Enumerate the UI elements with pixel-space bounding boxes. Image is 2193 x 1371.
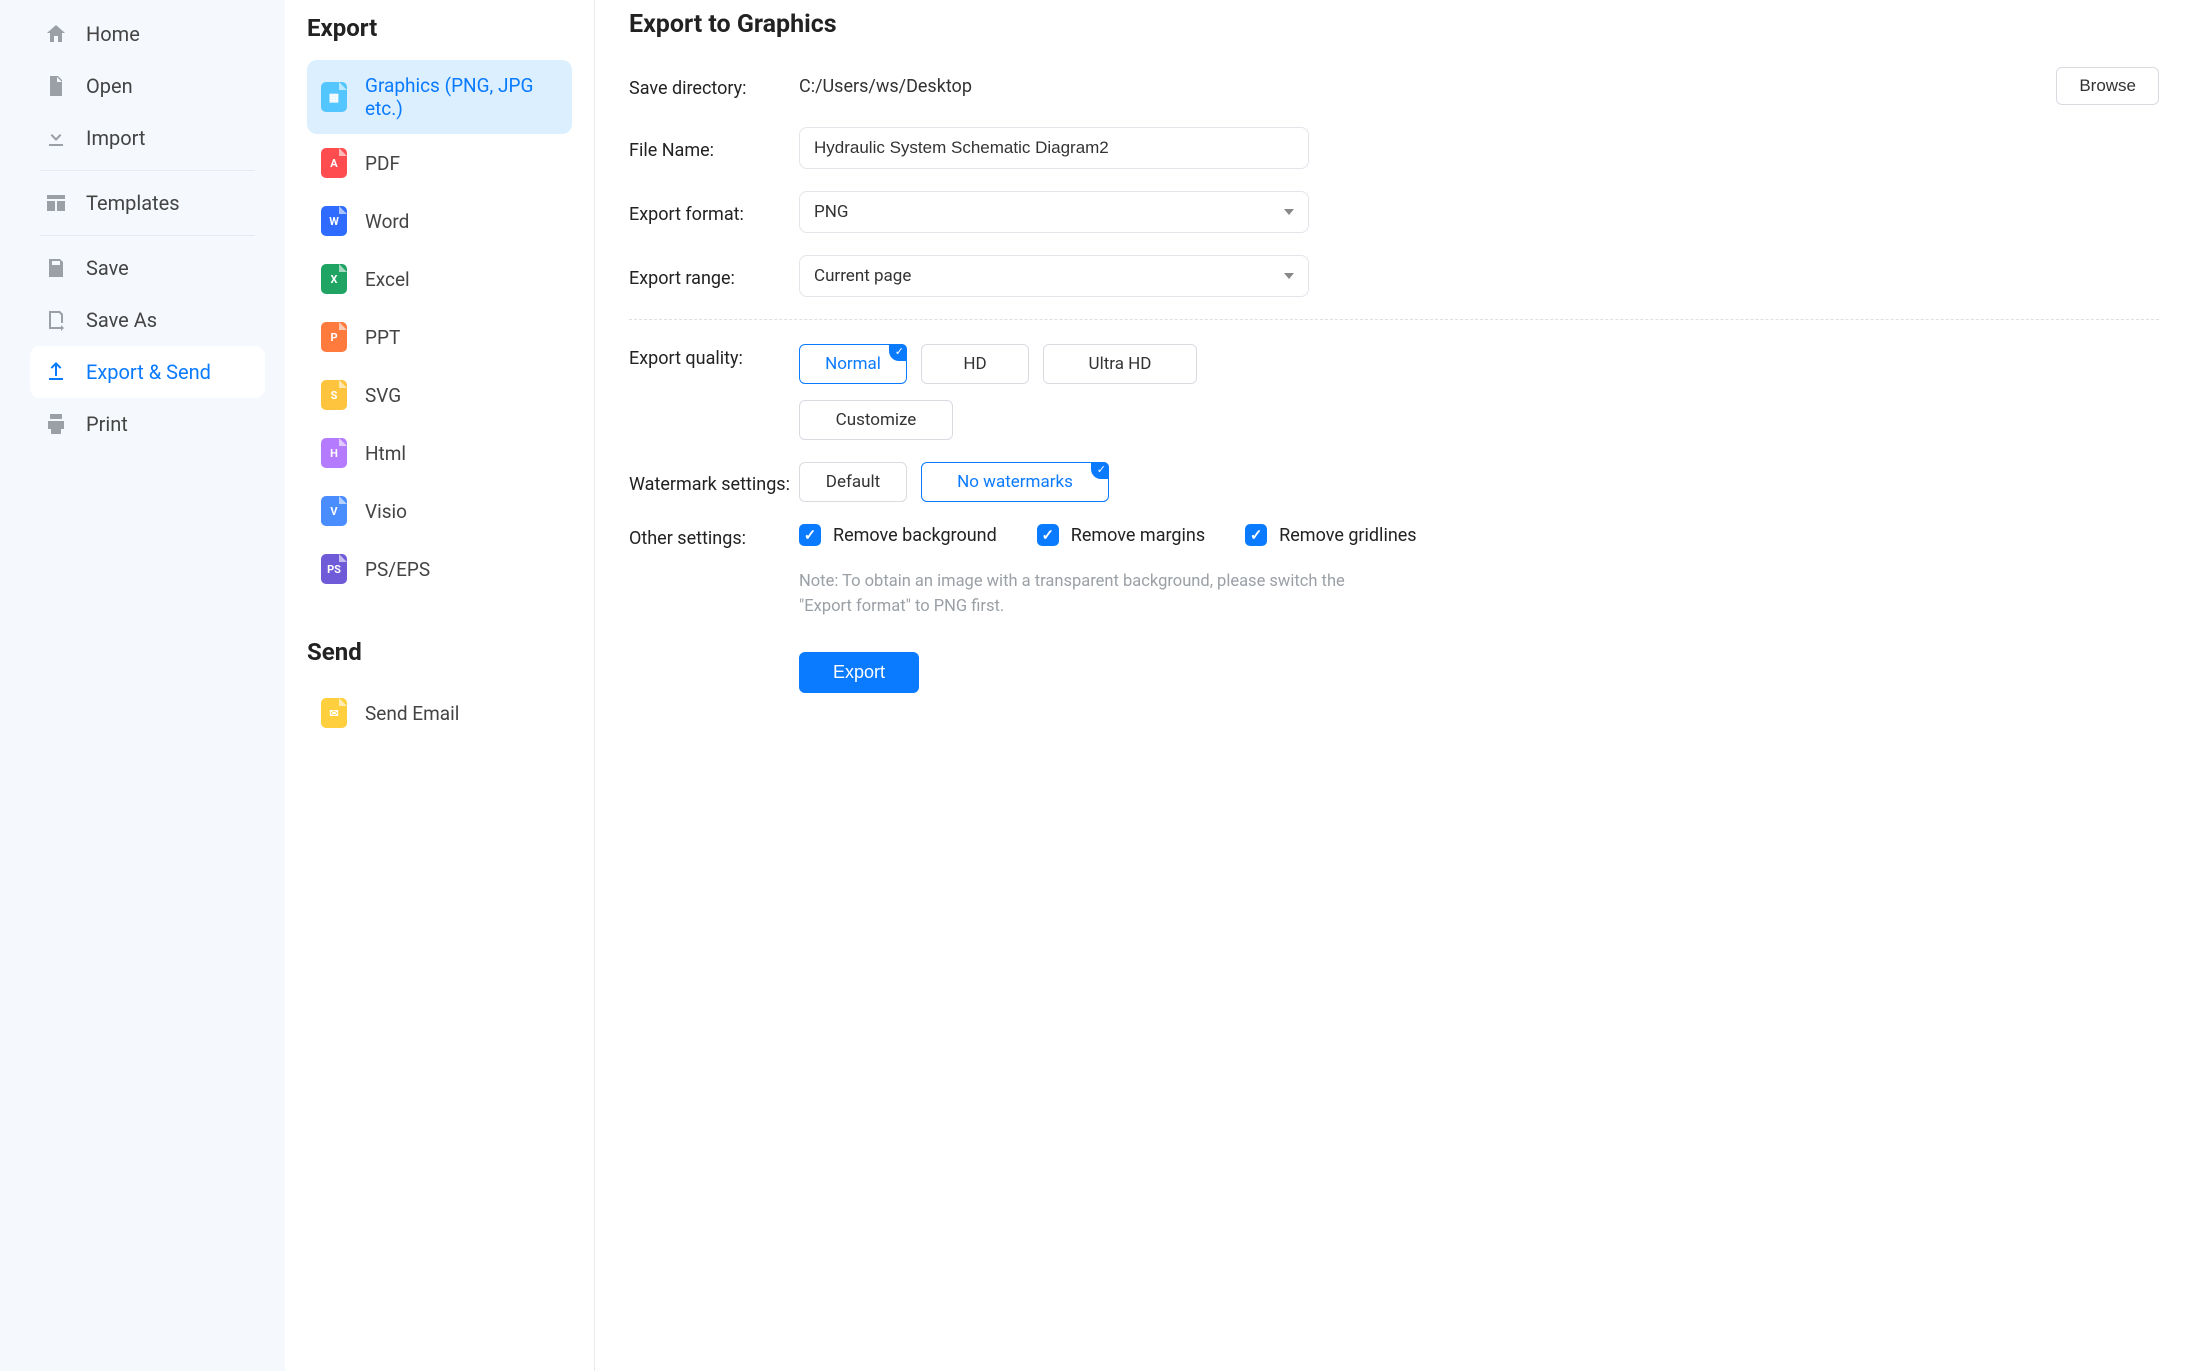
export-item-label: PS/EPS — [365, 558, 430, 581]
export-button[interactable]: Export — [799, 652, 919, 693]
watermark-default[interactable]: Default — [799, 462, 907, 502]
section-divider — [629, 319, 2159, 320]
quality-hd[interactable]: HD — [921, 344, 1029, 384]
sidebar-label: Print — [86, 412, 128, 436]
sidebar-label: Import — [86, 126, 145, 150]
html-file-icon: H — [321, 438, 347, 468]
svg-file-icon: S — [321, 380, 347, 410]
checkbox-label: Remove background — [833, 525, 997, 546]
chevron-down-icon — [1284, 273, 1294, 279]
watermark-none[interactable]: No watermarks — [921, 462, 1109, 502]
chevron-down-icon — [1284, 209, 1294, 215]
quality-ultra-hd[interactable]: Ultra HD — [1043, 344, 1197, 384]
export-item-word[interactable]: W Word — [307, 192, 572, 250]
browse-button[interactable]: Browse — [2056, 67, 2159, 105]
quality-customize-group: Customize — [799, 400, 953, 440]
graphics-file-icon: ▦ — [321, 82, 347, 112]
label-export-format: Export format: — [629, 200, 799, 225]
quality-customize[interactable]: Customize — [799, 400, 953, 440]
export-icon — [44, 360, 68, 384]
transparency-note: Note: To obtain an image with a transpar… — [799, 570, 1359, 620]
export-item-label: Word — [365, 210, 409, 233]
file-icon — [44, 74, 68, 98]
export-range-value: Current page — [814, 266, 911, 286]
label-save-directory: Save directory: — [629, 74, 799, 99]
excel-file-icon: X — [321, 264, 347, 294]
export-heading: Export — [307, 14, 572, 42]
check-icon: ✓ — [1037, 524, 1059, 546]
label-other-settings: Other settings: — [629, 524, 799, 549]
checkbox-label: Remove gridlines — [1279, 525, 1416, 546]
templates-icon — [44, 191, 68, 215]
sidebar-label: Open — [86, 74, 133, 98]
export-format-select[interactable]: PNG — [799, 191, 1309, 233]
sidebar-item-home[interactable]: Home — [30, 8, 265, 60]
word-file-icon: W — [321, 206, 347, 236]
export-item-label: PPT — [365, 326, 400, 349]
import-icon — [44, 126, 68, 150]
send-item-email[interactable]: ✉ Send Email — [307, 684, 572, 742]
export-item-label: Excel — [365, 268, 410, 291]
export-item-label: PDF — [365, 152, 400, 175]
label-export-range: Export range: — [629, 264, 799, 289]
export-type-list: Export ▦ Graphics (PNG, JPG etc.) A PDF … — [285, 0, 595, 1371]
send-heading: Send — [307, 638, 572, 666]
sidebar-item-export-send[interactable]: Export & Send — [30, 346, 265, 398]
export-item-label: SVG — [365, 384, 401, 407]
quality-group: Normal HD Ultra HD — [799, 344, 1197, 384]
export-item-visio[interactable]: V Visio — [307, 482, 572, 540]
save-icon — [44, 256, 68, 280]
sidebar-item-save-as[interactable]: Save As — [30, 294, 265, 346]
quality-normal[interactable]: Normal — [799, 344, 907, 384]
sidebar-item-save[interactable]: Save — [30, 242, 265, 294]
other-settings-group: ✓ Remove background ✓ Remove margins ✓ R… — [799, 524, 1417, 546]
sidebar-nav: Home Open Import Templates Save Save As … — [0, 0, 285, 1371]
label-file-name: File Name: — [629, 136, 799, 161]
pseps-file-icon: PS — [321, 554, 347, 584]
sidebar-label: Save As — [86, 308, 157, 332]
export-item-pdf[interactable]: A PDF — [307, 134, 572, 192]
checkbox-label: Remove margins — [1071, 525, 1205, 546]
checkbox-remove-background[interactable]: ✓ Remove background — [799, 524, 997, 546]
save-directory-value: C:/Users/ws/Desktop — [799, 76, 972, 97]
page-title: Export to Graphics — [629, 10, 2159, 39]
home-icon — [44, 22, 68, 46]
checkbox-remove-gridlines[interactable]: ✓ Remove gridlines — [1245, 524, 1416, 546]
sidebar-item-print[interactable]: Print — [30, 398, 265, 450]
check-icon: ✓ — [1245, 524, 1267, 546]
sidebar-divider — [40, 170, 255, 171]
save-as-icon — [44, 308, 68, 332]
export-item-excel[interactable]: X Excel — [307, 250, 572, 308]
sidebar-item-templates[interactable]: Templates — [30, 177, 265, 229]
sidebar-label: Home — [86, 22, 140, 46]
export-item-label: Html — [365, 442, 406, 465]
sidebar-label: Export & Send — [86, 360, 211, 384]
checkbox-remove-margins[interactable]: ✓ Remove margins — [1037, 524, 1205, 546]
label-watermark: Watermark settings: — [629, 470, 799, 495]
sidebar-divider — [40, 235, 255, 236]
export-item-ppt[interactable]: P PPT — [307, 308, 572, 366]
export-format-value: PNG — [814, 202, 848, 222]
sidebar-label: Templates — [86, 191, 180, 215]
sidebar-item-open[interactable]: Open — [30, 60, 265, 112]
export-item-graphics[interactable]: ▦ Graphics (PNG, JPG etc.) — [307, 60, 572, 134]
visio-file-icon: V — [321, 496, 347, 526]
sidebar-item-import[interactable]: Import — [30, 112, 265, 164]
export-item-label: Graphics (PNG, JPG etc.) — [365, 74, 558, 120]
sidebar-label: Save — [86, 256, 129, 280]
print-icon — [44, 412, 68, 436]
export-item-label: Visio — [365, 500, 407, 523]
check-icon: ✓ — [799, 524, 821, 546]
export-item-html[interactable]: H Html — [307, 424, 572, 482]
ppt-file-icon: P — [321, 322, 347, 352]
email-icon: ✉ — [321, 698, 347, 728]
export-settings-panel: Export to Graphics Save directory: C:/Us… — [595, 0, 2193, 1371]
export-item-svg[interactable]: S SVG — [307, 366, 572, 424]
pdf-file-icon: A — [321, 148, 347, 178]
export-range-select[interactable]: Current page — [799, 255, 1309, 297]
file-name-input[interactable] — [799, 127, 1309, 169]
export-item-pseps[interactable]: PS PS/EPS — [307, 540, 572, 598]
send-item-label: Send Email — [365, 702, 459, 725]
label-export-quality: Export quality: — [629, 344, 799, 369]
